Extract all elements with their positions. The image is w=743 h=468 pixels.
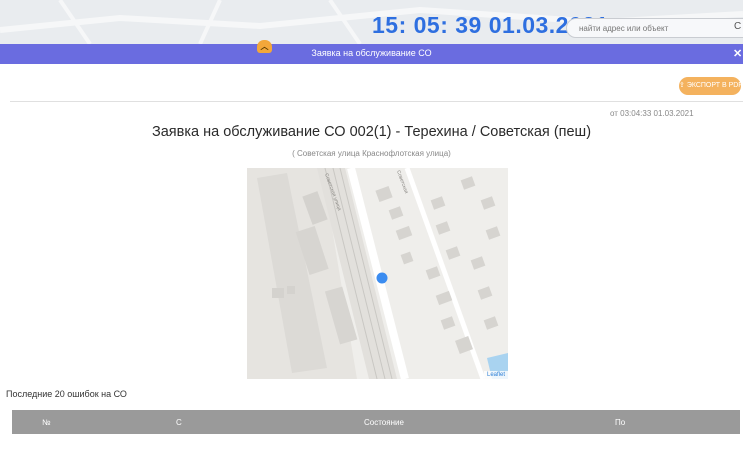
search-box[interactable]: C [566,18,743,38]
map-tiles: Советская улица Советская [247,168,508,379]
column-header[interactable]: По [615,418,625,427]
errors-table-header: № С Состояние По [12,410,740,434]
column-header[interactable]: № [42,418,51,427]
search-input[interactable] [579,22,719,34]
export-pdf-button[interactable]: ⇪ ЭКСПОРТ В PDF [679,77,743,95]
request-timestamp: от 03:04:33 01.03.2021 [610,109,694,118]
map-attribution[interactable]: Leaflet [483,371,508,379]
panel-header: Заявка на обслуживание СО ✕ [0,44,743,64]
location-marker[interactable] [376,272,388,284]
request-address: ( Советская улица Краснофлотская улица) [292,149,451,158]
errors-label: Последние 20 ошибок на СО [6,389,127,399]
divider [10,101,743,102]
location-map[interactable]: Советская улица Советская Leaflet [247,168,508,379]
top-bar: 15: 05: 39 01.03.2021 C [0,0,743,44]
panel-title: Заявка на обслуживание СО [311,48,432,58]
request-title: Заявка на обслуживание СО 002(1) - Терех… [151,124,592,140]
close-icon[interactable]: ✕ [733,47,742,60]
export-label: ЭКСПОРТ В PDF [686,82,743,89]
export-icon: ⇪ [679,82,687,89]
search-icon[interactable]: C [734,21,741,32]
chevron-up-icon[interactable]: ︿ [257,40,272,53]
column-header[interactable]: С [176,418,182,427]
column-header[interactable]: Состояние [364,418,404,427]
